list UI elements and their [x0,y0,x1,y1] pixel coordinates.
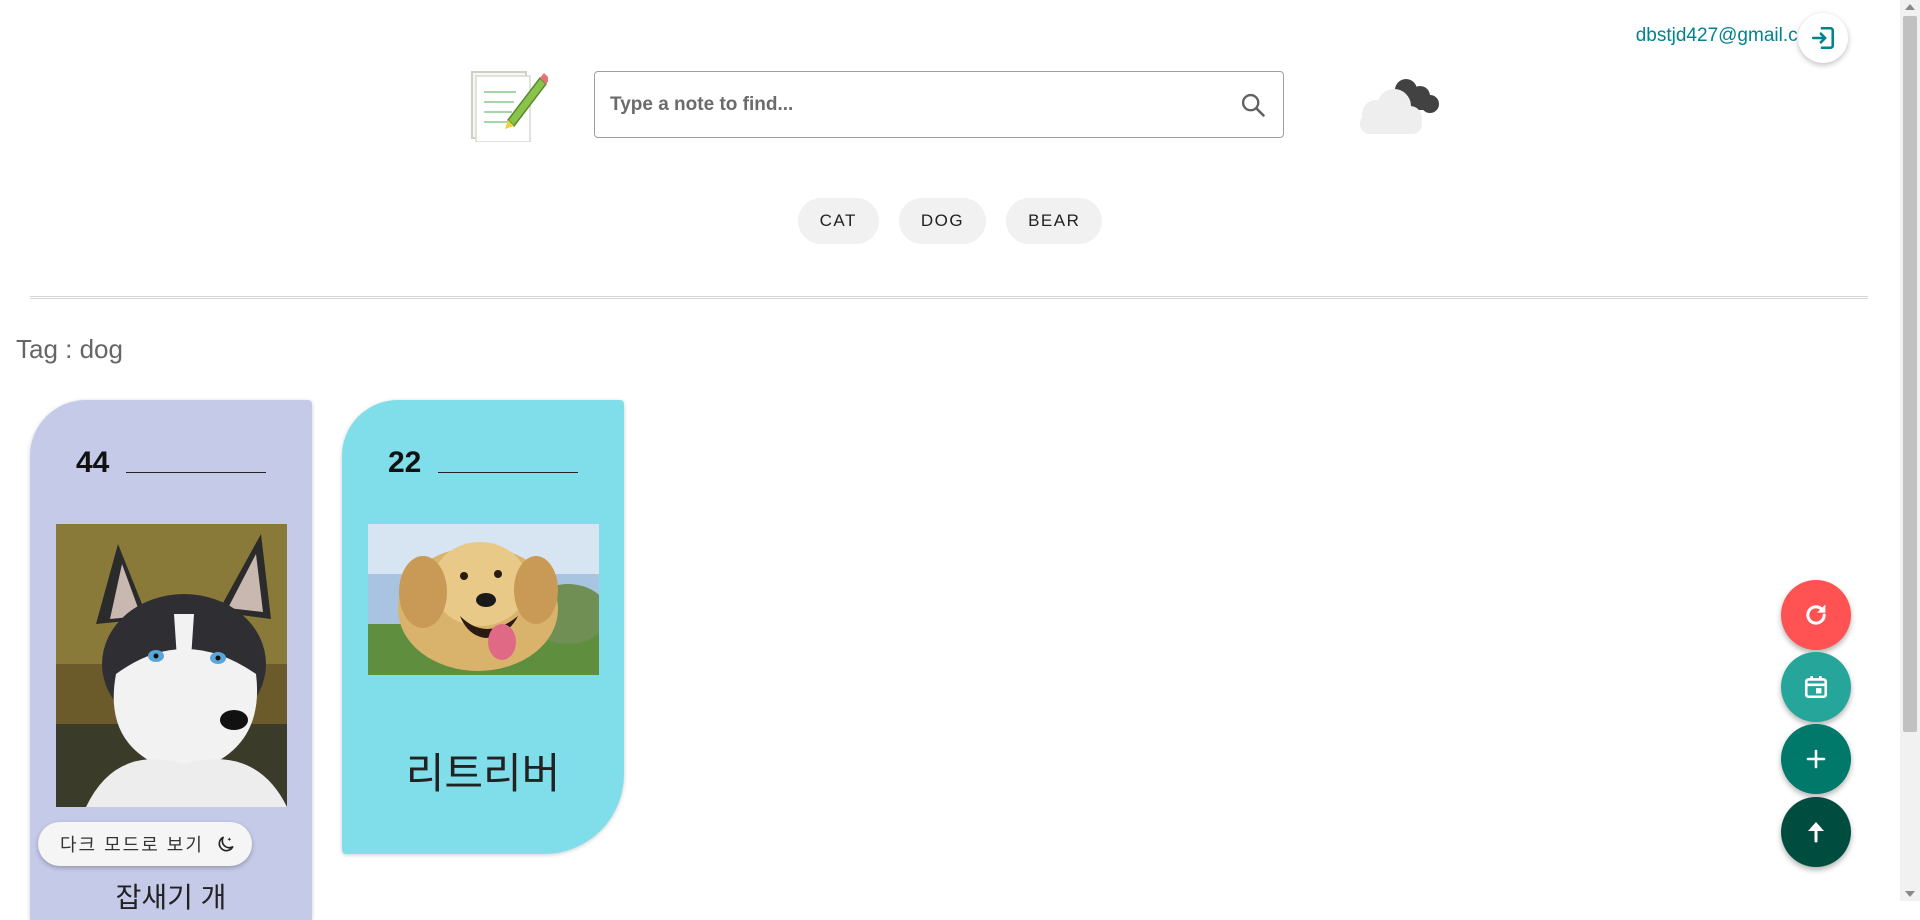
current-tag-heading: Tag : dog [16,334,123,364]
page-scrollbar[interactable] [1900,0,1920,901]
card-title: 잡새기 개 [115,882,227,913]
golden-retriever-photo [368,524,599,675]
logout-button[interactable] [1798,13,1848,63]
card-number: 22 [388,446,422,479]
card-underline [438,472,578,473]
plus-icon [1806,749,1826,769]
app-logo[interactable] [468,68,550,143]
scroll-down-arrow-icon[interactable] [1905,891,1915,897]
scroll-up-arrow-icon[interactable] [1905,4,1915,10]
refresh-icon [1806,604,1826,625]
card-underline [126,472,266,473]
calendar-icon [1804,676,1828,699]
search-box[interactable] [594,71,1284,138]
tag-chip-cat[interactable]: CAT [797,198,879,244]
tag-chip-dog[interactable]: DOG [898,198,987,244]
add-note-button[interactable] [1781,724,1851,794]
scroll-top-button[interactable] [1781,797,1851,867]
tag-list: CAT DOG BEAR [0,198,1900,244]
note-card[interactable]: 22 리트리버 [342,400,624,854]
card-title: 리트리버 [405,750,561,797]
card-number: 44 [76,446,110,479]
calendar-button[interactable] [1781,652,1851,722]
dark-mode-label: 다크 모드로 보기 [60,835,204,855]
weather-widget [1352,74,1444,136]
moon-icon [218,836,234,852]
arrow-up-icon [1808,822,1824,843]
husky-dog-photo [56,524,287,807]
refresh-button[interactable] [1781,580,1851,650]
cloudy-icon [1360,79,1439,134]
search-input[interactable] [595,71,1239,138]
search-icon[interactable] [1239,91,1267,119]
dark-mode-toggle[interactable]: 다크 모드로 보기 [38,822,252,866]
tag-chip-bear[interactable]: BEAR [1006,198,1103,244]
user-email: dbstjd427@gmail.com [1635,25,1824,46]
logout-icon [1811,26,1835,50]
notepad-pencil-icon [471,71,550,143]
scrollbar-thumb[interactable] [1903,16,1917,732]
section-divider [30,296,1868,299]
